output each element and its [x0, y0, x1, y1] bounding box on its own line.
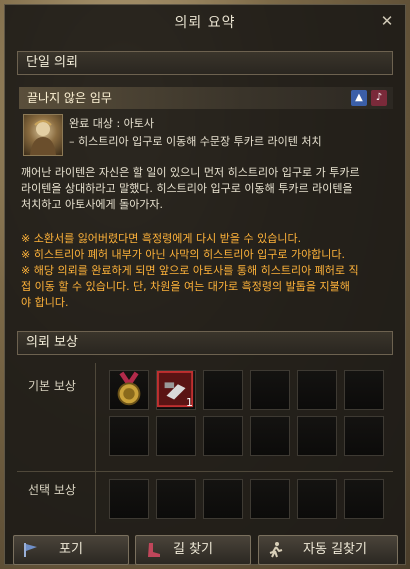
abandon-button[interactable]: 포기	[13, 535, 129, 565]
quest-type-icon: ▲	[351, 90, 367, 106]
notice-line: 야 합니다.	[21, 296, 69, 309]
boot-icon	[148, 543, 160, 557]
quest-target: 완료 대상 : 아토사	[69, 117, 155, 130]
flag-icon	[24, 543, 37, 557]
section-reward-header: 의뢰 보상	[17, 331, 393, 355]
description-line: 라이텐을 상대하라고 말했다. 히스트리아 입구로 이동해 투카르 라이텐을	[21, 182, 353, 195]
quest-title-bar: 끝나지 않은 임무 ▲ ♪	[19, 87, 393, 109]
reward-slot-empty[interactable]	[344, 370, 384, 410]
choice-slot-empty[interactable]	[109, 479, 149, 519]
npc-portrait	[23, 114, 63, 156]
quest-description: 깨어난 라이텐은 자신은 할 일이 있으니 먼저 히스트리아 입구로 가 투카르…	[21, 165, 399, 213]
running-figure-icon	[269, 542, 283, 558]
reward-slot-empty[interactable]	[203, 370, 243, 410]
reward-slot-empty[interactable]	[109, 416, 149, 456]
close-icon[interactable]: ✕	[377, 11, 397, 31]
reward-slot-empty[interactable]	[297, 370, 337, 410]
reward-slot-empty[interactable]	[250, 416, 290, 456]
choice-slot-empty[interactable]	[297, 479, 337, 519]
quest-category-icon: ♪	[371, 90, 387, 106]
npc-portrait-icon	[30, 120, 56, 155]
auto-path-label: 자동 길찾기	[303, 542, 367, 557]
notice-line: ※ 해당 의뢰를 완료하게 되면 앞으로 아토사를 통해 히스트리아 폐허로 직	[21, 264, 359, 277]
section-quest-header: 단일 의뢰	[17, 51, 393, 75]
reward-slot-empty[interactable]	[297, 416, 337, 456]
reward-divider-horizontal	[17, 471, 393, 472]
reward-divider-vertical	[95, 363, 96, 533]
choice-slot-empty[interactable]	[156, 479, 196, 519]
reward-slot-item[interactable]: 1	[156, 370, 196, 410]
medal-icon	[117, 371, 141, 406]
reward-slot-empty[interactable]	[156, 416, 196, 456]
notice-line: ※ 히스트리아 폐허 내부가 아닌 사막의 히스트리아 입구로 가야합니다.	[21, 248, 346, 261]
description-line: 처치하고 아토사에게 돌아가자.	[21, 198, 164, 211]
reward-slot-empty[interactable]	[344, 416, 384, 456]
item-count: 1	[186, 396, 193, 409]
abandon-label: 포기	[59, 542, 83, 557]
notice-line: 접 이동 할 수 있습니다. 단, 차원을 여는 대가로 흑정령의 발톱을 지불…	[21, 280, 350, 293]
reward-slot-empty[interactable]	[250, 370, 290, 410]
quest-objective: – 히스트리아 입구로 이동해 수문장 투카르 라이텐 처치	[69, 135, 322, 148]
choice-reward-label: 선택 보상	[28, 483, 76, 497]
notice-line: ※ 소환서를 잃어버렸다면 흑정령에게 다시 받을 수 있습니다.	[21, 232, 302, 245]
description-line: 깨어난 라이텐은 자신은 할 일이 있으니 먼저 히스트리아 입구로 가 투카르	[21, 166, 360, 179]
auto-path-button[interactable]: 자동 길찾기	[258, 535, 398, 565]
reward-slot-medal[interactable]	[109, 370, 149, 410]
reward-slot-empty[interactable]	[203, 416, 243, 456]
basic-reward-label: 기본 보상	[28, 379, 76, 393]
choice-slot-empty[interactable]	[250, 479, 290, 519]
quest-summary-window: 의뢰 요약 ✕ 단일 의뢰 끝나지 않은 임무 ▲ ♪ 완료 대상 : 아토사 …	[4, 4, 406, 565]
quest-title: 끝나지 않은 임무	[27, 91, 112, 105]
window-title: 의뢰 요약	[174, 15, 236, 31]
choice-slot-empty[interactable]	[344, 479, 384, 519]
find-path-button[interactable]: 길 찾기	[135, 535, 251, 565]
choice-slot-empty[interactable]	[203, 479, 243, 519]
quest-notices: ※ 소환서를 잃어버렸다면 흑정령에게 다시 받을 수 있습니다. ※ 히스트리…	[21, 231, 399, 311]
find-path-label: 길 찾기	[172, 542, 213, 557]
